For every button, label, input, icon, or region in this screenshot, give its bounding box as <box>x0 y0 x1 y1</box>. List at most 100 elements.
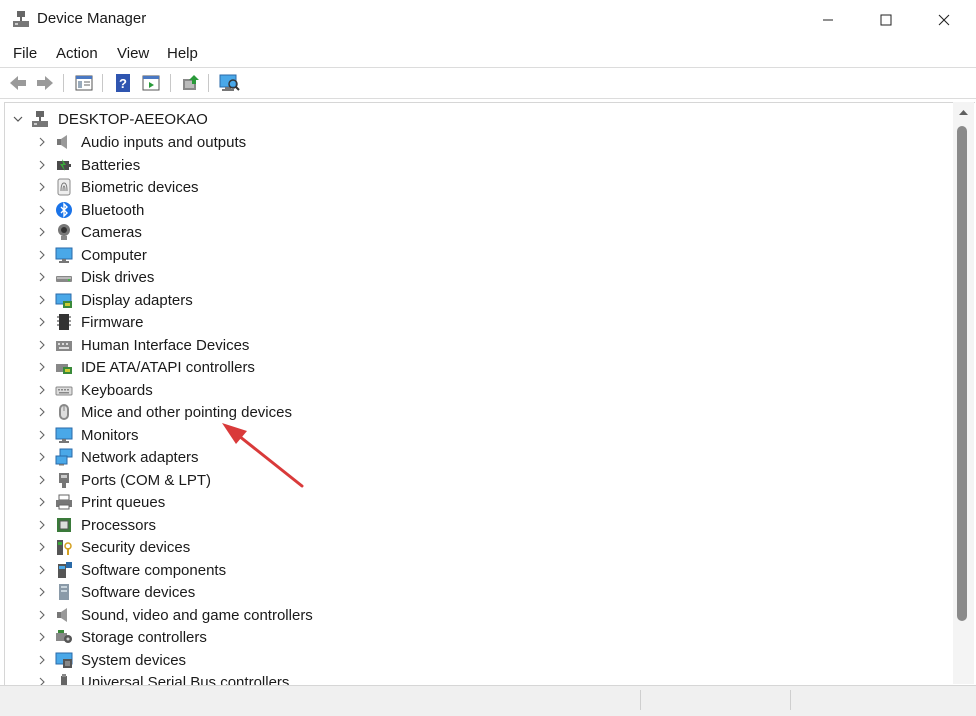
status-bar <box>0 685 976 716</box>
tree-item[interactable]: Firmware <box>5 311 945 333</box>
chevron-right-icon[interactable] <box>35 225 49 239</box>
chevron-right-icon[interactable] <box>35 158 49 172</box>
menu-help[interactable]: Help <box>167 45 198 62</box>
scroll-up-button[interactable] <box>953 106 974 120</box>
chevron-right-icon[interactable] <box>35 495 49 509</box>
tree-item[interactable]: Print queues <box>5 491 945 513</box>
tree-item[interactable]: Biometric devices <box>5 176 945 198</box>
menu-action[interactable]: Action <box>56 45 98 62</box>
tree-item-label: Mice and other pointing devices <box>81 404 292 421</box>
update-driver-button[interactable] <box>179 71 203 95</box>
chevron-right-icon[interactable] <box>35 585 49 599</box>
toolbar-separator <box>102 74 103 92</box>
firmware-chip-icon <box>55 313 73 331</box>
chevron-down-icon[interactable] <box>11 112 25 126</box>
tree-item[interactable]: Disk drives <box>5 266 945 288</box>
chevron-right-icon[interactable] <box>35 293 49 307</box>
chevron-right-icon[interactable] <box>35 518 49 532</box>
chevron-right-icon[interactable] <box>35 608 49 622</box>
minimize-button[interactable] <box>798 0 858 40</box>
scroll-thumb[interactable] <box>957 126 967 621</box>
menu-view[interactable]: View <box>117 45 149 62</box>
software-component-icon <box>55 561 73 579</box>
close-icon <box>938 14 950 26</box>
network-adapter-icon <box>55 448 73 466</box>
action-pane-button[interactable] <box>139 71 163 95</box>
tree-item[interactable]: Ports (COM & LPT) <box>5 469 945 491</box>
chevron-right-icon[interactable] <box>35 540 49 554</box>
chevron-right-icon[interactable] <box>35 405 49 419</box>
vertical-scrollbar[interactable] <box>953 102 974 684</box>
computer-tower-icon <box>31 110 49 128</box>
tree-item[interactable]: IDE ATA/ATAPI controllers <box>5 356 945 378</box>
tree-item[interactable]: Software devices <box>5 581 945 603</box>
title-bar[interactable]: Device Manager <box>0 0 976 40</box>
tree-item-label: Display adapters <box>81 292 193 309</box>
help-button[interactable]: ? <box>111 71 135 95</box>
tree-item-label: Print queues <box>81 494 165 511</box>
chevron-right-icon[interactable] <box>35 383 49 397</box>
tree-item[interactable]: Mice and other pointing devices <box>5 401 945 423</box>
tree-item[interactable]: Security devices <box>5 536 945 558</box>
close-button[interactable] <box>914 0 974 40</box>
tree-item[interactable]: Batteries <box>5 154 945 176</box>
tree-item[interactable]: Network adapters <box>5 446 945 468</box>
tree-item[interactable]: Cameras <box>5 221 945 243</box>
tree-item-label: Software devices <box>81 584 195 601</box>
properties-button[interactable] <box>72 71 96 95</box>
chevron-right-icon[interactable] <box>35 315 49 329</box>
chevron-right-icon[interactable] <box>35 360 49 374</box>
tree-item-label: System devices <box>81 652 186 669</box>
tree-item[interactable]: Monitors <box>5 424 945 446</box>
tree-item[interactable]: Processors <box>5 514 945 536</box>
camera-icon <box>55 223 73 241</box>
tree-item[interactable]: Keyboards <box>5 379 945 401</box>
tree-item-label: Processors <box>81 517 156 534</box>
tree-item[interactable]: Storage controllers <box>5 626 945 648</box>
device-manager-window: Device Manager File Action View Help ? <box>0 0 976 715</box>
device-tree[interactable]: DESKTOP-AEEOKAO Audio inputs and outputs… <box>4 102 975 686</box>
tree-item-label: Cameras <box>81 224 142 241</box>
device-manager-icon <box>12 10 30 28</box>
chevron-right-icon[interactable] <box>35 450 49 464</box>
menu-file[interactable]: File <box>13 45 37 62</box>
tree-item-label: Sound, video and game controllers <box>81 607 313 624</box>
chevron-right-icon[interactable] <box>35 180 49 194</box>
chevron-right-icon[interactable] <box>35 563 49 577</box>
tree-root[interactable]: DESKTOP-AEEOKAO <box>5 108 945 130</box>
tree-item-label: Firmware <box>81 314 144 331</box>
chevron-right-icon[interactable] <box>35 630 49 644</box>
port-icon <box>55 471 73 489</box>
chevron-right-icon[interactable] <box>35 428 49 442</box>
chevron-right-icon[interactable] <box>35 248 49 262</box>
chevron-right-icon[interactable] <box>35 653 49 667</box>
tree-item[interactable]: Display adapters <box>5 289 945 311</box>
monitor-icon <box>55 246 73 264</box>
minimize-icon <box>822 14 834 26</box>
tree-item[interactable]: Audio inputs and outputs <box>5 131 945 153</box>
tree-item[interactable]: Computer <box>5 244 945 266</box>
bluetooth-icon <box>55 201 73 219</box>
toolbar-separator <box>63 74 64 92</box>
tree-item[interactable]: Software components <box>5 559 945 581</box>
tree-item-label: Bluetooth <box>81 202 144 219</box>
tree-item[interactable]: Bluetooth <box>5 199 945 221</box>
tree-item[interactable]: Sound, video and game controllers <box>5 604 945 626</box>
tree-item-label: Software components <box>81 562 226 579</box>
chevron-right-icon[interactable] <box>35 473 49 487</box>
scan-hardware-button[interactable] <box>217 71 241 95</box>
chevron-right-icon[interactable] <box>35 203 49 217</box>
tree-item[interactable]: System devices <box>5 649 945 671</box>
tree-item[interactable]: Universal Serial Bus controllers <box>5 671 945 686</box>
forward-button[interactable] <box>33 71 57 95</box>
action-pane-icon <box>141 73 161 93</box>
chevron-right-icon[interactable] <box>35 338 49 352</box>
chevron-right-icon[interactable] <box>35 270 49 284</box>
window-title: Device Manager <box>37 10 146 27</box>
tree-item[interactable]: Human Interface Devices <box>5 334 945 356</box>
maximize-icon <box>880 14 892 26</box>
chevron-right-icon[interactable] <box>35 135 49 149</box>
tree-item-label: Audio inputs and outputs <box>81 134 246 151</box>
maximize-button[interactable] <box>856 0 916 40</box>
back-button[interactable] <box>6 71 30 95</box>
